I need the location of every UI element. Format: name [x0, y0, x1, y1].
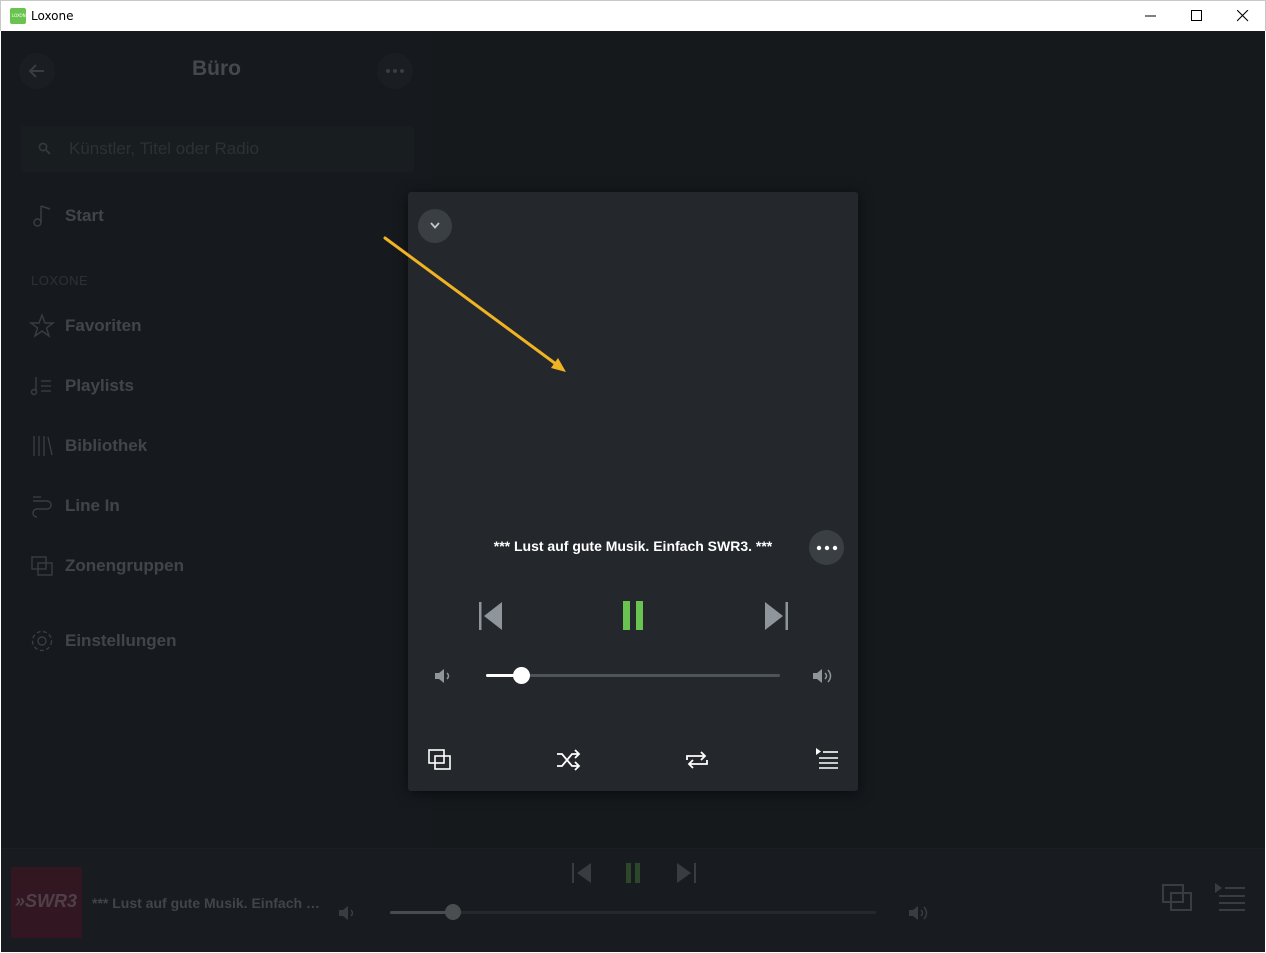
track-more-button[interactable]: [809, 530, 844, 565]
queue-button[interactable]: [815, 747, 839, 776]
chevron-down-icon: [430, 222, 440, 229]
maximize-icon: [1191, 10, 1202, 21]
maximize-button[interactable]: [1174, 1, 1220, 31]
volume-low-icon: [435, 669, 450, 683]
queue-list-icon: [816, 748, 838, 769]
minimize-icon: [1145, 15, 1156, 17]
volume-slider[interactable]: [486, 667, 780, 684]
zone-groups-icon: [428, 749, 451, 770]
logo-text: LOXONE: [12, 13, 29, 18]
repeat-icon: [686, 751, 708, 769]
minimize-button[interactable]: [1128, 1, 1174, 31]
close-button[interactable]: [1220, 1, 1266, 31]
pause-button[interactable]: [623, 601, 645, 636]
next-button[interactable]: [763, 600, 789, 637]
track-title: *** Lust auf gute Musik. Einfach SWR3. *…: [493, 538, 773, 554]
close-icon: [1237, 10, 1249, 22]
zone-groups-button[interactable]: [428, 749, 452, 776]
app-content: Büro Start LOXONE Favoriten Playlists: [1, 31, 1265, 952]
pause-icon: [623, 601, 643, 630]
volume-slider-knob[interactable]: [513, 667, 531, 684]
collapse-player-button[interactable]: [418, 209, 452, 243]
previous-button[interactable]: [478, 600, 504, 637]
window-titlebar: LOXONE Loxone: [0, 0, 1266, 31]
skip-previous-icon: [479, 602, 502, 630]
loxone-logo-icon: LOXONE: [10, 8, 29, 24]
volume-up-button[interactable]: [811, 667, 833, 690]
volume-down-button[interactable]: [433, 667, 453, 690]
player-popup: *** Lust auf gute Musik. Einfach SWR3. *…: [408, 192, 858, 791]
shuffle-icon: [557, 749, 581, 771]
more-dots-icon: [816, 545, 838, 551]
skip-next-icon: [765, 602, 788, 630]
window-title: Loxone: [31, 9, 74, 23]
volume-high-icon: [813, 669, 832, 683]
shuffle-button[interactable]: [556, 749, 582, 776]
repeat-button[interactable]: [684, 749, 710, 776]
